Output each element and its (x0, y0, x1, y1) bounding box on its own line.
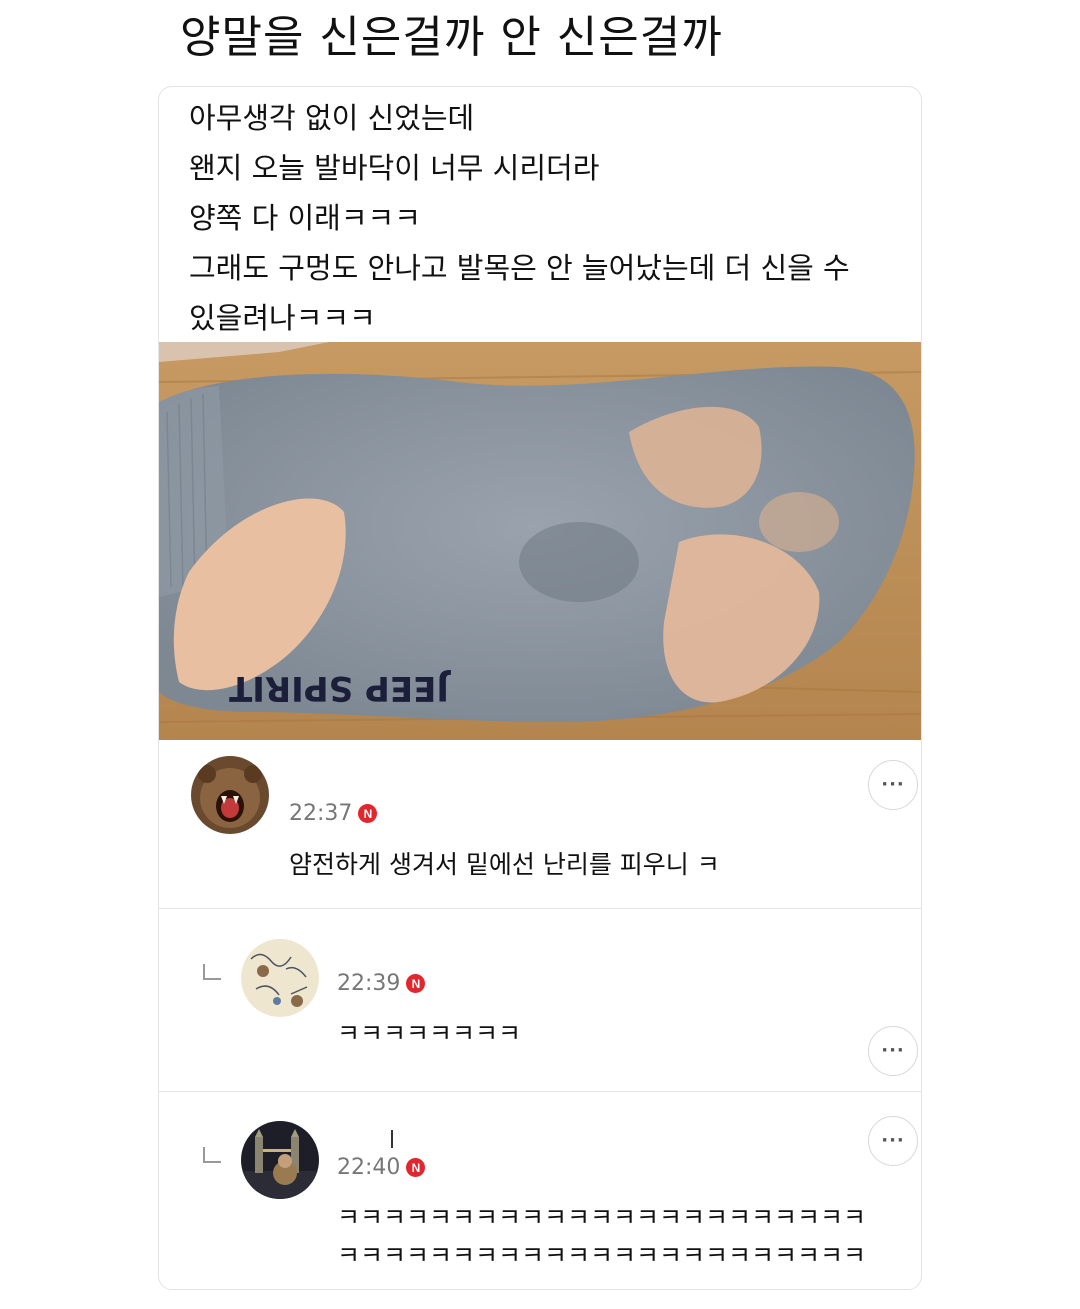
new-badge: N (358, 804, 378, 823)
post-card: 아무생각 없이 신었는데 왠지 오늘 발바닥이 너무 시리더라 양쪽 다 이래ㅋ… (158, 86, 922, 1290)
comment-meta: 22:40 N (337, 1155, 426, 1180)
post-line: 있을려나ㅋㅋㅋ (189, 301, 376, 335)
new-badge: N (406, 974, 426, 993)
comment-text: 얌전하게 생겨서 밑에선 난리를 피우니 ㅋ (289, 850, 720, 879)
more-options-button[interactable]: ··· (868, 1026, 918, 1076)
sock-print-label: JEEP SPIRIT (228, 668, 451, 708)
author-name-mark (391, 1130, 393, 1148)
more-options-button[interactable]: ··· (868, 1116, 918, 1166)
comment-meta: 22:39 N (337, 971, 426, 996)
post-line: 아무생각 없이 신었는데 (189, 101, 475, 135)
comment-item: 22:37 N 얌전하게 생겨서 밑에선 난리를 피우니 ㅋ ··· (159, 740, 921, 908)
reply-item: 22:39 N ㅋㅋㅋㅋㅋㅋㅋㅋ ··· (159, 909, 921, 1091)
reply-arrow-icon (203, 964, 221, 980)
post-title: 양말을 신은걸까 안 신은걸까 (180, 12, 723, 63)
new-badge: N (406, 1158, 426, 1177)
svg-text:JEEP SPIRIT: JEEP SPIRIT (228, 668, 451, 708)
post-body: 아무생각 없이 신었는데 왠지 오늘 발바닥이 너무 시리더라 양쪽 다 이래ㅋ… (189, 93, 909, 343)
reply-item: 22:40 N ㅋㅋㅋㅋㅋㅋㅋㅋㅋㅋㅋㅋㅋㅋㅋㅋㅋㅋㅋㅋㅋㅋㅋ ㅋㅋㅋㅋㅋㅋㅋㅋ… (159, 1092, 921, 1289)
sketch-avatar-icon[interactable] (241, 939, 319, 1017)
bridge-night-avatar-icon[interactable] (241, 1121, 319, 1199)
comment-time: 22:37 (289, 801, 353, 826)
comment-time: 22:39 (337, 971, 401, 996)
comment-meta: 22:37 N (289, 801, 378, 826)
bear-avatar-icon[interactable] (191, 756, 269, 834)
reply-arrow-icon (203, 1147, 221, 1163)
post-line: 양쪽 다 이래ㅋㅋㅋ (189, 201, 421, 235)
comment-text: ㅋㅋㅋㅋㅋㅋㅋㅋㅋㅋㅋㅋㅋㅋㅋㅋㅋㅋㅋㅋㅋㅋㅋ (337, 1203, 867, 1232)
worn-sock-photo[interactable]: JEEP SPIRIT (159, 342, 921, 740)
comment-text: ㅋㅋㅋㅋㅋㅋㅋㅋ (337, 1019, 522, 1048)
post-line: 왠지 오늘 발바닥이 너무 시리더라 (189, 151, 600, 185)
more-options-button[interactable]: ··· (868, 760, 918, 810)
comment-text: ㅋㅋㅋㅋㅋㅋㅋㅋㅋㅋㅋㅋㅋㅋㅋㅋㅋㅋㅋㅋㅋㅋㅋ (337, 1241, 867, 1270)
comment-time: 22:40 (337, 1155, 401, 1180)
post-line: 그래도 구멍도 안나고 발목은 안 늘어났는데 더 신을 수 (189, 251, 850, 285)
